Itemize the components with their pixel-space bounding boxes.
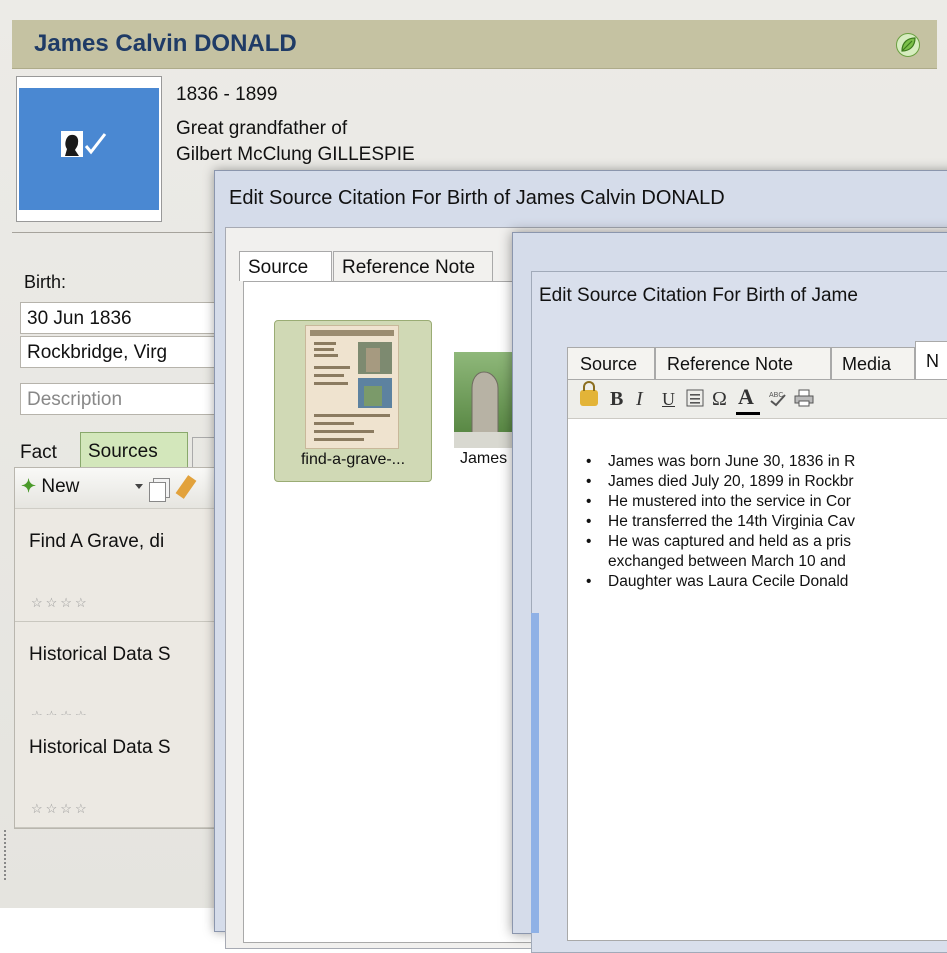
source-rating-stars[interactable]: ☆☆☆☆ [31,801,90,817]
person-relationship-target[interactable]: Gilbert McClung GILLESPIE [176,144,415,166]
person-dates: 1836 - 1899 [176,84,278,105]
notes-bullet-list: James was born June 30, 1836 in R James … [586,452,947,592]
note-bullet: Daughter was Laura Cecile Donald [586,572,947,592]
notes-editor[interactable]: B I U Ω A ABC James was born June 30, 18… [567,379,947,941]
lock-icon[interactable] [580,381,598,406]
divider [12,232,212,233]
media-thumbnail-label: find-a-grave-... [300,451,406,468]
tab-sources[interactable]: Sources [80,432,188,468]
chevron-down-icon[interactable] [135,484,143,489]
person-relationship: Great grandfather of [176,118,348,139]
document-image [305,325,399,449]
source-title: Historical Data S [29,644,171,665]
note-bullet: He transferred the 14th Virginia Cav [586,512,947,532]
new-button-label: New [41,476,80,497]
tab-source[interactable]: Source [239,251,332,281]
note-continuation-text: exchanged between March 10 and [608,553,846,570]
sources-toolbar: ✦ New [15,468,230,509]
dialog-sidebar-accent [531,613,539,933]
note-bullet: He mustered into the service in Cor [586,492,947,512]
note-bullet: James died July 20, 1899 in Rockbr [586,472,947,492]
resize-grip[interactable] [4,830,9,880]
person-header: James Calvin DONALD [12,20,937,69]
tab-reference-note[interactable]: Reference Note [333,251,493,281]
source-title: Find A Grave, di [29,531,165,552]
edit-pencil-icon[interactable] [175,475,197,499]
birth-place-field[interactable]: Rockbridge, Virg [20,336,230,368]
birth-date-field[interactable]: 30 Jun 1836 [20,302,230,334]
media-thumbnail[interactable]: find-a-grave-... [274,320,432,482]
person-photo-frame[interactable] [16,76,162,222]
media-thumbnail-photo[interactable] [454,352,514,448]
special-character-button[interactable]: Ω [712,388,727,411]
add-icon: ✦ [21,476,37,496]
tab-fact[interactable]: Fact [18,437,76,467]
note-bullet: James was born June 30, 1836 in R [586,452,947,472]
dialog-title: Edit Source Citation For Birth of Jame [539,285,858,306]
tab-media[interactable]: Media [831,347,915,379]
source-list-item[interactable]: Find A Grave, di ☆☆☆☆ [15,509,230,622]
font-color-bar [736,412,760,415]
sources-list-panel: ✦ New Find A Grave, di ☆☆☆☆ Historical D… [14,467,231,829]
note-bullet-continuation: exchanged between March 10 and [586,552,947,572]
dialog-title: Edit Source Citation For Birth of James … [229,187,725,209]
birth-label: Birth: [24,272,67,292]
note-bullet: He was captured and held as a pris [586,532,947,552]
copy-icon-front [149,482,166,502]
bold-button[interactable]: B [610,388,623,411]
leaf-hint-icon[interactable] [896,33,920,57]
source-rating-stars[interactable]: ☆☆☆☆ [31,595,90,611]
media-thumbnail-label: James [460,450,508,467]
tab-reference-note[interactable]: Reference Note [655,347,831,379]
birth-description-field[interactable]: Description [20,383,230,415]
tab-source[interactable]: Source [567,347,655,379]
bullet-list-icon[interactable] [686,389,704,413]
italic-button[interactable]: I [636,388,643,411]
print-icon[interactable] [794,389,814,413]
source-title: Historical Data S [29,737,171,758]
editor-toolbar: B I U Ω A ABC [568,380,947,419]
source-list-item[interactable]: Historical Data S ☆☆☆☆ [15,715,230,828]
new-source-button[interactable]: ✦ New [21,476,79,498]
spell-check-icon[interactable]: ABC [768,389,788,413]
person-name: James Calvin DONALD [34,30,297,57]
edit-source-citation-dialog-front: Edit Source Citation For Birth of Jame S… [512,232,947,953]
font-color-button[interactable]: A [738,384,754,410]
tab-notes[interactable]: N [915,341,947,379]
person-photo [19,88,159,210]
underline-button[interactable]: U [662,389,675,410]
